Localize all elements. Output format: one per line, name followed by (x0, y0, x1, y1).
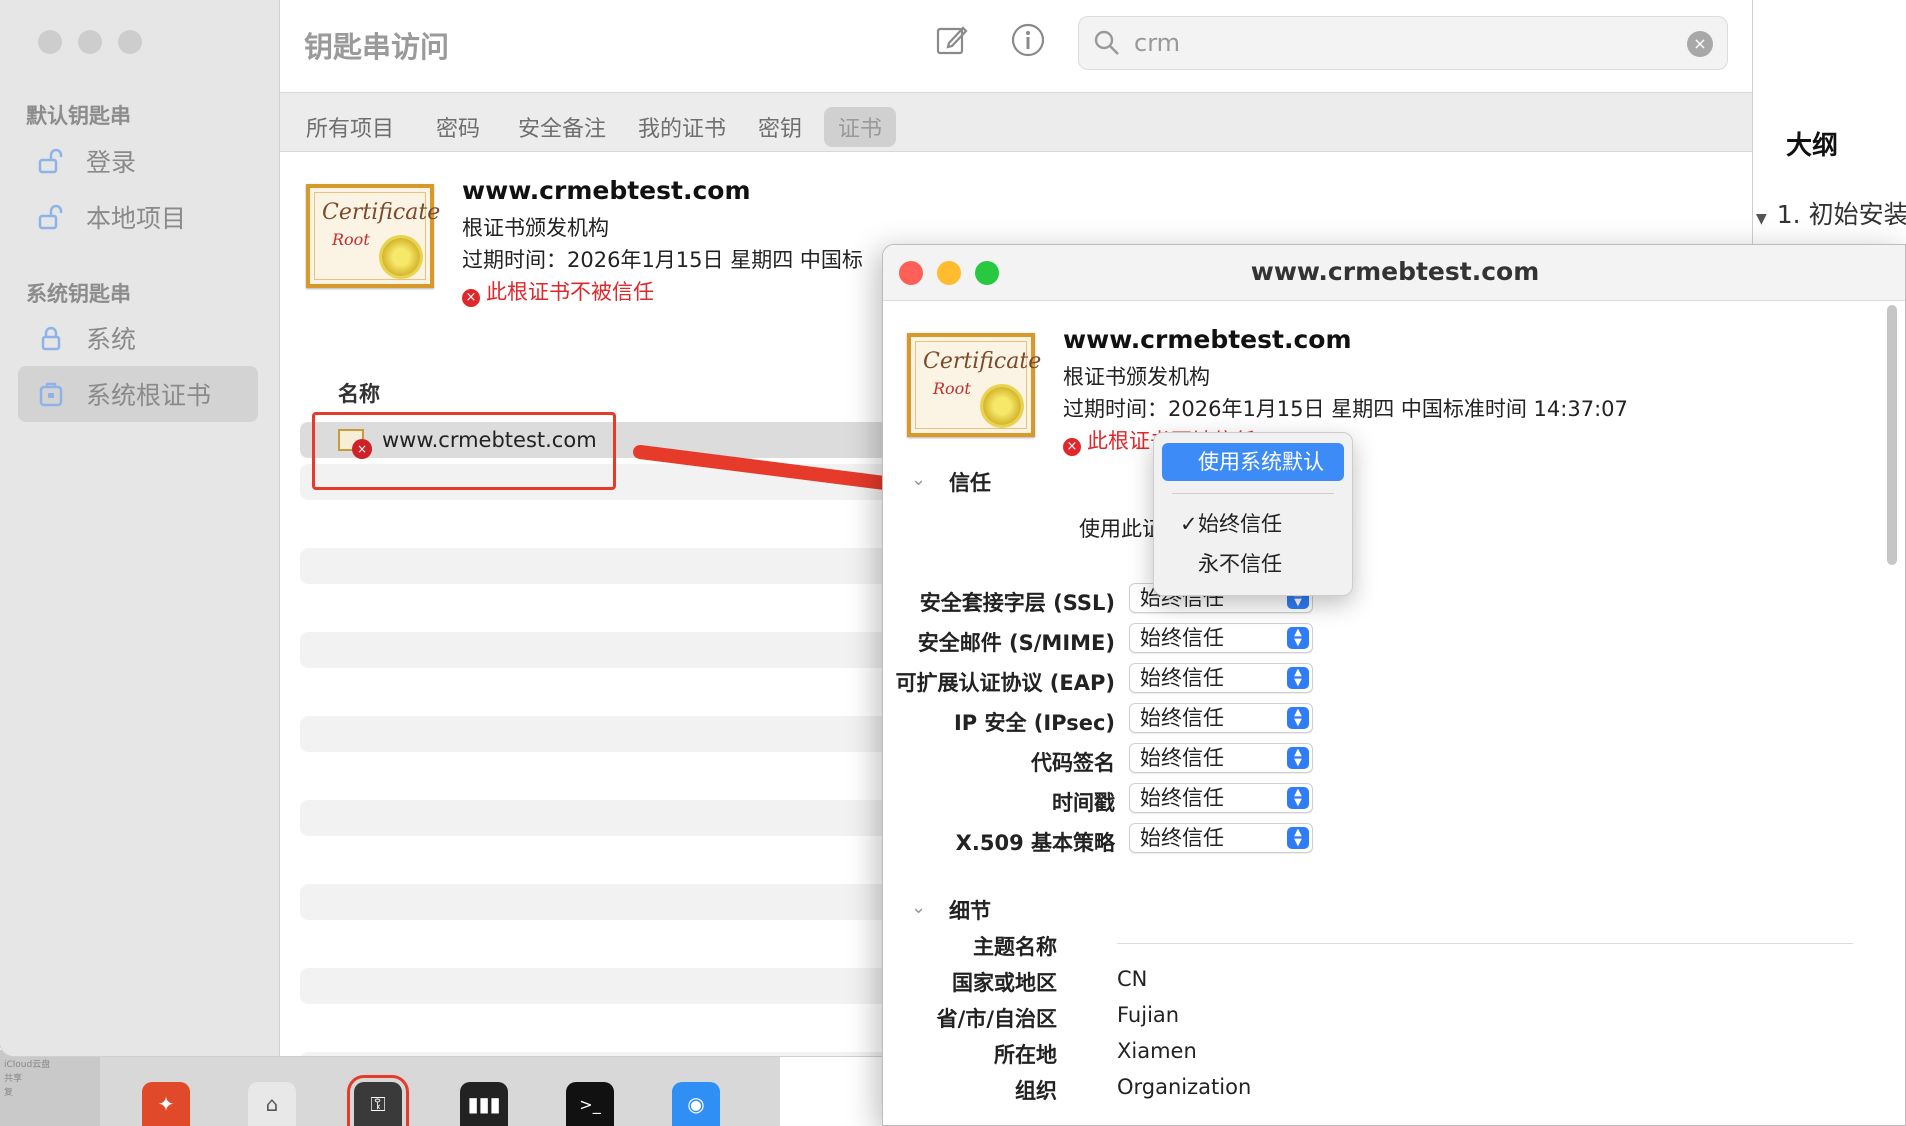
trust-select-code-signing[interactable]: 始终信任 ▲ ▼ (1129, 743, 1313, 773)
subject-name-label: 主题名称 (973, 935, 1057, 959)
detail-value-locality: Xiamen (1117, 1039, 1197, 1063)
seal-icon (983, 387, 1021, 425)
stepper-icon: ▲▼ (1287, 667, 1309, 689)
trust-label-timestamp: 时间戳 (1052, 791, 1115, 815)
detail-value-province: Fujian (1117, 1003, 1180, 1027)
chevron-down-icon[interactable]: ⌄ (911, 469, 926, 490)
detail-value-organization: Organization (1117, 1075, 1252, 1099)
dialog-cert-expiry: 过期时间：2026年1月15日 星期四 中国标准时间 14:37:07 (1063, 397, 1628, 421)
detail-label-province: 省/市/自治区 (936, 1007, 1057, 1031)
stepper-icon: ▲▼ (1287, 627, 1309, 649)
trust-label-x509: X.509 基本策略 (955, 831, 1115, 855)
detail-value-country: CN (1117, 967, 1148, 991)
trust-label-ssl: 安全套接字层 (SSL) (919, 591, 1115, 615)
trust-label-code-signing: 代码签名 (1031, 751, 1115, 775)
trust-section-header[interactable]: 信任 (949, 467, 991, 497)
menu-item-use-system-default[interactable]: 使用系统默认 (1162, 443, 1344, 481)
trust-select-x509[interactable]: 始终信任 ▲ ▼ (1129, 823, 1313, 853)
trust-dropdown-menu: 使用系统默认 ✓ 始终信任 永不信任 (1153, 432, 1353, 596)
stepper-icon: ▲▼ (1287, 827, 1309, 849)
trust-select-ipsec[interactable]: 始终信任 ▲ ▼ (1129, 703, 1313, 733)
detail-label-locality: 所在地 (994, 1043, 1057, 1067)
trust-select-eap[interactable]: 始终信任 ▲ ▼ (1129, 663, 1313, 693)
details-section-header[interactable]: 细节 (949, 895, 991, 925)
trust-select-smime[interactable]: 始终信任 ▲ ▼ (1129, 623, 1313, 653)
dialog-title: www.crmebtest.com (1250, 257, 1540, 286)
trust-select-timestamp[interactable]: 始终信任 ▲ ▼ (1129, 783, 1313, 813)
dialog-titlebar: www.crmebtest.com (883, 245, 1905, 301)
detail-label-organization: 组织 (1015, 1079, 1057, 1103)
checkmark-icon: ✓ (1180, 512, 1198, 536)
dialog-certificate-image: Certificate Root (907, 333, 1041, 437)
chevron-down-icon[interactable]: ⌄ (911, 897, 926, 918)
error-icon: × (1063, 438, 1081, 456)
trust-label-smime: 安全邮件 (S/MIME) (917, 631, 1115, 655)
menu-item-always-trust[interactable]: ✓ 始终信任 (1162, 505, 1344, 543)
stepper-icon: ▲▼ (1287, 787, 1309, 809)
detail-label-country: 国家或地区 (952, 971, 1057, 995)
dialog-cert-type: 根证书颁发机构 (1063, 365, 1210, 389)
menu-item-never-trust[interactable]: 永不信任 (1162, 545, 1344, 583)
trust-label-eap: 可扩展认证协议 (EAP) (895, 671, 1116, 695)
stepper-icon: ▲▼ (1287, 747, 1309, 769)
certificate-dialog: www.crmebtest.com Certificate Root www.c… (882, 244, 1906, 1126)
stepper-icon: ▲▼ (1287, 707, 1309, 729)
trust-label-ipsec: IP 安全 (IPsec) (953, 711, 1115, 735)
dialog-cert-name: www.crmebtest.com (1063, 325, 1352, 354)
scrollbar[interactable] (1885, 305, 1899, 565)
